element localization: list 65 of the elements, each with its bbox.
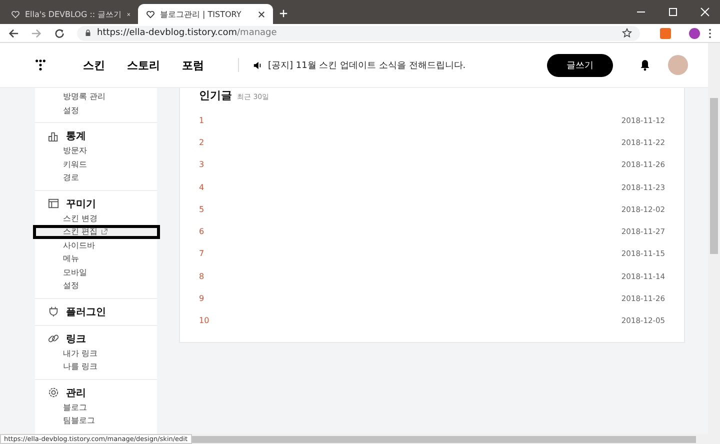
nav-link[interactable]: 스킨: [83, 58, 105, 72]
rank-number: 6: [199, 227, 204, 236]
logo-icon[interactable]: [35, 58, 46, 72]
rank-number: 2: [199, 138, 204, 147]
bar-chart-icon: [48, 130, 59, 142]
settings-icon: [48, 387, 59, 398]
browser-tab[interactable]: Ella's DEVBLOG :: 글쓰기: [3, 4, 138, 24]
section-heading[interactable]: 꾸미기: [66, 196, 96, 210]
rank-number: 1: [199, 116, 204, 125]
sidebar-item[interactable]: 설정: [35, 104, 157, 117]
sidebar-item[interactable]: 팀블로그: [35, 414, 157, 428]
sidebar-item[interactable]: 설정: [35, 279, 157, 292]
sidebar-item[interactable]: 블로그: [35, 400, 157, 414]
plug-icon: [48, 306, 59, 317]
section-heading[interactable]: 통계: [66, 129, 86, 143]
maximize-icon[interactable]: [668, 7, 678, 17]
sidebar-item[interactable]: 내가 링크: [35, 346, 157, 360]
rank-number: 3: [199, 160, 204, 170]
menu-icon[interactable]: [708, 28, 712, 38]
sidebar-item[interactable]: 키워드: [35, 158, 157, 171]
rank-number: 5: [199, 204, 204, 214]
browser-tab[interactable]: 블로그관리 | TISTORY: [138, 4, 273, 24]
notice-text[interactable]: [공지] 11월 스킨 업데이트 소식을 전해드립니다.: [268, 58, 466, 72]
profile-avatar[interactable]: [689, 28, 700, 38]
speaker-icon: [253, 60, 262, 70]
nav-link[interactable]: 스토리: [127, 58, 160, 72]
url-text: https://ella-devblog.tistory.com/manage: [97, 28, 277, 38]
heart-icon: [146, 10, 155, 18]
rank-number: 4: [199, 182, 204, 192]
rank-number: 10: [199, 316, 210, 326]
sidebar-item[interactable]: 스킨 변경: [35, 212, 157, 225]
nav-link[interactable]: 포럼: [182, 58, 204, 72]
back-icon[interactable]: [8, 28, 19, 38]
sidebar-item[interactable]: 경로: [35, 171, 157, 184]
vertical-scrollbar[interactable]: [708, 43, 720, 444]
sidebar-item[interactable]: 메뉴: [35, 252, 157, 266]
section-heading[interactable]: 관리: [66, 386, 86, 400]
section-heading[interactable]: 플러그인: [66, 304, 106, 318]
section-heading[interactable]: 링크: [66, 332, 86, 346]
rank-number: 7: [199, 249, 204, 258]
rank-number: 8: [199, 272, 204, 281]
sidebar-item[interactable]: 사이드바: [35, 238, 157, 252]
rank-number: 9: [199, 294, 204, 304]
write-button[interactable]: 글쓰기: [547, 54, 613, 76]
layout-icon: [48, 198, 59, 209]
close-icon[interactable]: [258, 10, 265, 18]
link-icon: [48, 333, 59, 344]
tab-title: 블로그관리 | TISTORY: [160, 8, 242, 20]
bell-icon[interactable]: [640, 59, 650, 71]
tab-title: Ella's DEVBLOG :: 글쓰기: [25, 8, 122, 20]
address-bar[interactable]: https://ella-devblog.tistory.com/manage: [77, 26, 640, 40]
star-icon[interactable]: [622, 28, 632, 38]
sidebar-item[interactable]: 모바일: [35, 266, 157, 279]
new-tab-icon[interactable]: [279, 9, 288, 18]
horizontal-scrollbar[interactable]: [192, 434, 708, 444]
sidebar-item[interactable]: 방문자: [35, 144, 157, 158]
reload-icon[interactable]: [54, 28, 65, 38]
sidebar-item[interactable]: 방명록 관리: [35, 90, 157, 104]
lock-icon: [85, 29, 91, 37]
panel-title: 인기글: [199, 88, 232, 102]
extension-icon[interactable]: [660, 28, 671, 38]
sidebar-item[interactable]: 스킨 편집: [33, 225, 160, 238]
heart-icon: [11, 10, 20, 18]
external-link-icon: [100, 228, 108, 236]
sidebar-item[interactable]: 나를 링크: [35, 360, 157, 374]
